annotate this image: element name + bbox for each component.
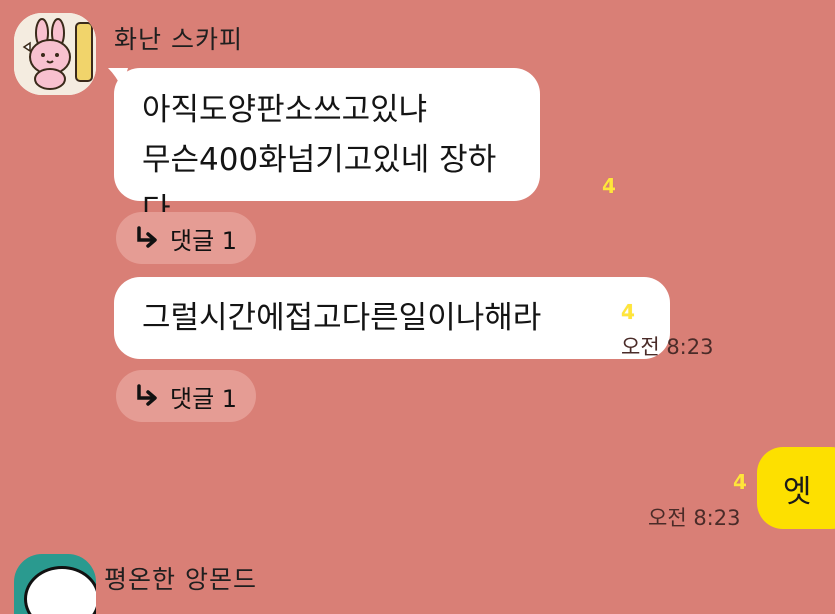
sender-name: 평온한 앙몬드: [104, 565, 257, 594]
message-bubble[interactable]: 아직도양판소쓰고있냐 무슨400화넘기고있네 장하다: [114, 68, 540, 228]
message-bubble[interactable]: 그럴시간에접고다른일이나해라: [114, 277, 670, 359]
reply-count-label: 댓글 1: [170, 226, 238, 255]
sender-name: 화난 스카피: [114, 25, 243, 54]
reply-arrow-icon: [137, 226, 157, 248]
unread-count: 4: [733, 470, 747, 494]
reply-thread-button[interactable]: 댓글 1: [116, 212, 256, 264]
teal-character-avatar-icon: [24, 566, 96, 614]
unread-count: 4: [621, 300, 635, 324]
reply-count-label: 댓글 1: [170, 384, 238, 413]
my-message-bubble[interactable]: 엣: [757, 447, 835, 529]
message-timestamp: 오전 8:23: [648, 506, 741, 530]
reply-thread-button[interactable]: 댓글 1: [116, 370, 256, 422]
message-timestamp: 오전 8:23: [621, 335, 714, 359]
sender-avatar[interactable]: [14, 554, 96, 614]
reply-arrow-icon: [137, 384, 157, 406]
my-message-text: 엣: [783, 473, 812, 510]
sender-avatar[interactable]: [14, 13, 96, 95]
unread-count: 4: [602, 174, 616, 198]
pink-rabbit-avatar-icon: [14, 13, 96, 95]
